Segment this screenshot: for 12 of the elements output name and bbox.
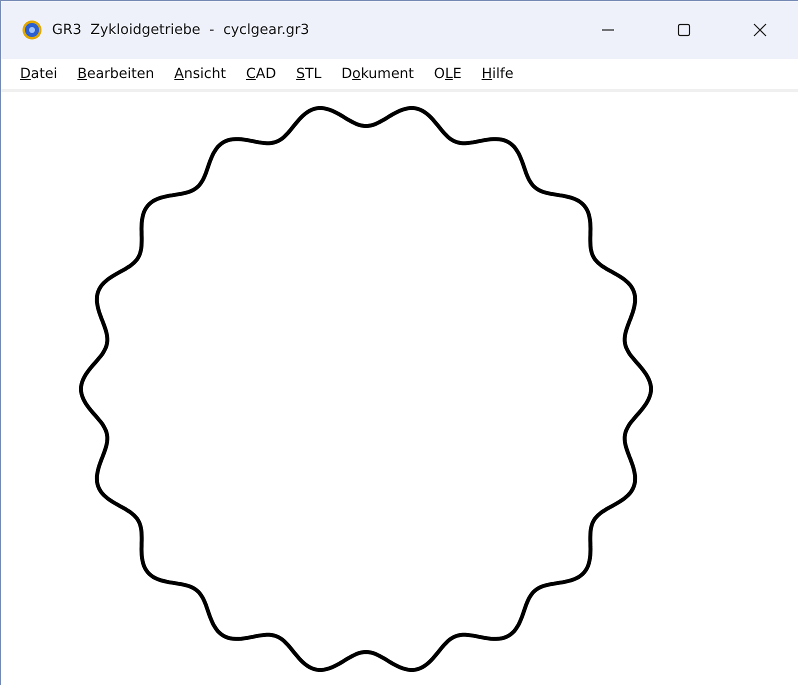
menu-item[interactable]: STL: [296, 66, 322, 82]
menu-item[interactable]: Dokument: [341, 66, 414, 82]
menu-item[interactable]: Datei: [20, 66, 58, 82]
menu-item[interactable]: Ansicht: [174, 66, 226, 82]
menu-item[interactable]: Bearbeiten: [77, 66, 154, 82]
window-title: GR3 Zykloidgetriebe - cyclgear.gr3: [52, 22, 310, 38]
menu-item[interactable]: OLE: [434, 66, 462, 82]
menu-item[interactable]: CAD: [246, 66, 276, 82]
menu-item[interactable]: Hilfe: [482, 66, 514, 82]
gear-logo-icon: [22, 20, 42, 40]
maximize-icon: [677, 23, 691, 37]
close-icon: [753, 23, 767, 37]
